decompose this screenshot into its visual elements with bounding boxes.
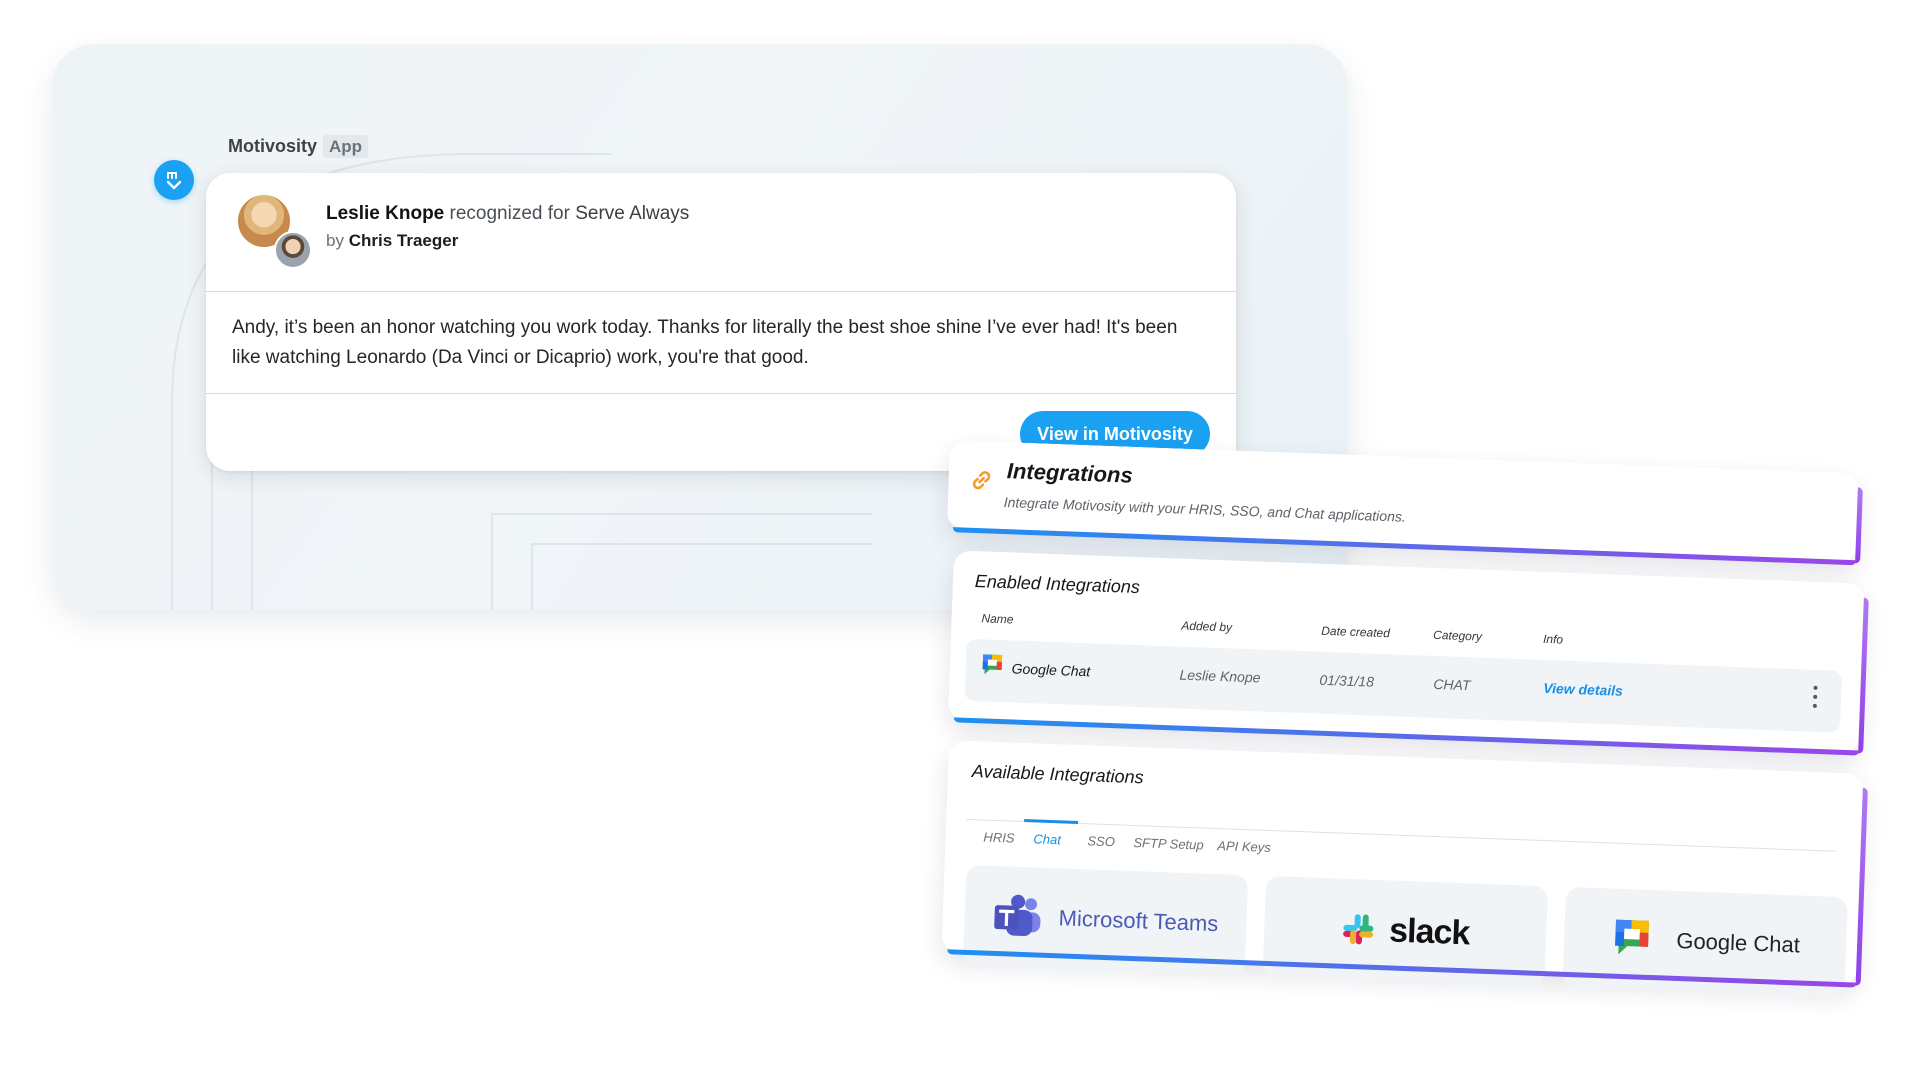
tab-hris[interactable]: HRIS bbox=[983, 829, 1015, 845]
slack-tile[interactable]: slack bbox=[1262, 875, 1549, 987]
sender-name: Motivosity bbox=[228, 136, 318, 156]
column-header-name: Name bbox=[981, 611, 1014, 627]
integration-added-by: Leslie Knope bbox=[1179, 666, 1261, 686]
integration-category: CHAT bbox=[1433, 675, 1471, 694]
integration-date-created: 01/31/18 bbox=[1319, 671, 1375, 690]
integration-name: Google Chat bbox=[1011, 660, 1091, 680]
company-value: Serve Always bbox=[575, 203, 690, 224]
tab-chat[interactable]: Chat bbox=[1033, 831, 1061, 847]
tile-label-teams: Microsoft Teams bbox=[1058, 905, 1219, 937]
giver-avatar bbox=[274, 231, 312, 269]
tab-sftp-setup[interactable]: SFTP Setup bbox=[1133, 835, 1204, 853]
slack-icon bbox=[1343, 914, 1374, 945]
google-chat-icon bbox=[1615, 919, 1650, 955]
enabled-integrations-card: Enabled Integrations Name Added by Date … bbox=[947, 550, 1866, 756]
integrations-stack: Integrations Integrate Motivosity with y… bbox=[928, 440, 1869, 1073]
card-divider-bottom bbox=[206, 393, 1236, 394]
tile-label-google-chat: Google Chat bbox=[1675, 927, 1801, 958]
column-header-date-created: Date created bbox=[1321, 623, 1391, 641]
recognized-text: recognized for bbox=[449, 203, 570, 224]
recognition-message: Andy, it’s been an honor watching you wo… bbox=[232, 317, 1178, 368]
column-header-category: Category bbox=[1432, 627, 1483, 644]
google-chat-icon bbox=[982, 654, 1003, 675]
available-integrations-title: Available Integrations bbox=[971, 761, 1144, 788]
available-integrations-card: Available Integrations HRIS Chat SSO SFT… bbox=[941, 740, 1865, 998]
tile-label-slack: slack bbox=[1388, 910, 1471, 952]
column-header-info: Info bbox=[1542, 631, 1564, 647]
card-divider-top bbox=[206, 291, 1236, 292]
message-sender-line: Motivosity App bbox=[228, 135, 369, 158]
integrations-header-card: Integrations Integrate Motivosity with y… bbox=[946, 440, 1860, 566]
tab-sso[interactable]: SSO bbox=[1087, 833, 1115, 849]
integrations-title: Integrations bbox=[1006, 458, 1134, 488]
more-vertical-icon[interactable] bbox=[1811, 685, 1820, 708]
motivosity-logo-icon bbox=[154, 160, 194, 200]
giver-name: Chris Traeger bbox=[348, 231, 459, 250]
google-chat-tile[interactable]: Google Chat bbox=[1562, 886, 1848, 998]
recipient-name: Leslie Knope bbox=[326, 203, 445, 224]
recognition-card: Leslie Knope recognized for Serve Always… bbox=[206, 173, 1236, 471]
by-prefix: by bbox=[326, 231, 344, 250]
column-header-added-by: Added by bbox=[1181, 618, 1233, 635]
tab-api-keys[interactable]: API Keys bbox=[1217, 838, 1271, 855]
active-tab-indicator bbox=[1024, 818, 1079, 824]
app-tag: App bbox=[323, 135, 369, 158]
microsoft-teams-tile[interactable]: Microsoft Teams bbox=[962, 864, 1249, 976]
giver-line: by Chris Traeger bbox=[326, 231, 458, 251]
link-icon bbox=[972, 471, 991, 490]
view-details-link[interactable]: View details bbox=[1543, 680, 1623, 699]
table-row[interactable] bbox=[964, 638, 1843, 733]
recognition-headline: Leslie Knope recognized for Serve Always bbox=[326, 203, 689, 225]
integrations-subtitle: Integrate Motivosity with your HRIS, SSO… bbox=[1003, 494, 1407, 525]
enabled-integrations-title: Enabled Integrations bbox=[974, 571, 1141, 598]
microsoft-teams-icon bbox=[994, 894, 1041, 937]
